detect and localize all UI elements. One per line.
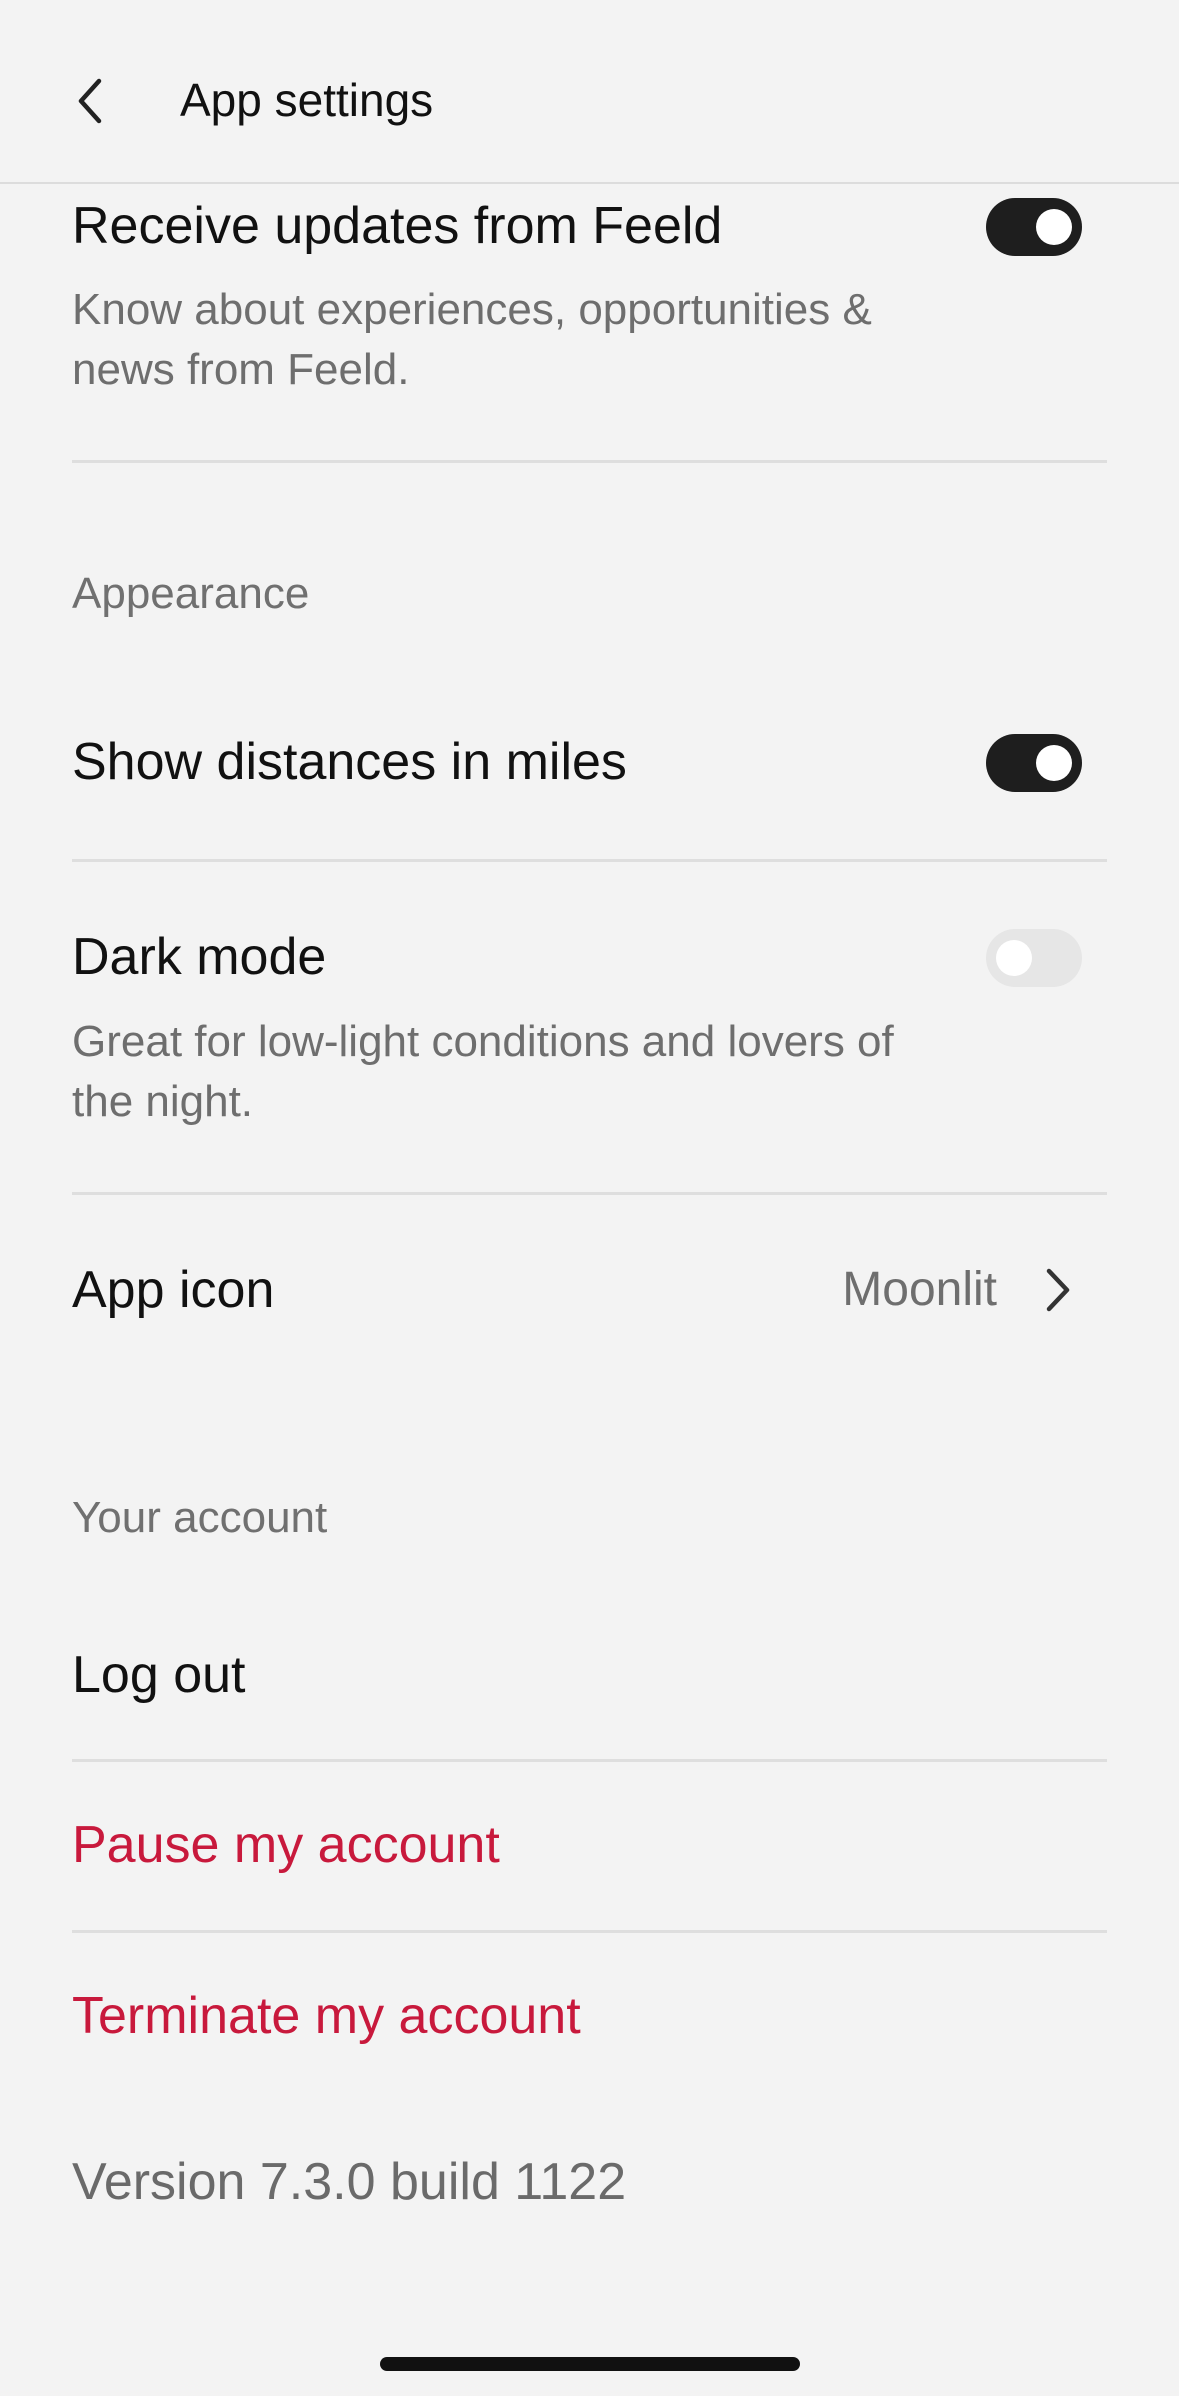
page-title: App settings: [180, 74, 434, 126]
back-button[interactable]: [60, 66, 120, 136]
updates-toggle[interactable]: [986, 198, 1082, 256]
dark-mode-description: Great for low-light conditions and lover…: [72, 1017, 894, 1126]
divider: [72, 460, 1107, 463]
terminate-account-button[interactable]: Terminate my account: [72, 1984, 581, 2048]
dark-mode-title: Dark mode: [72, 928, 327, 986]
app-header: App settings: [0, 0, 1179, 184]
version-label: Version 7.3.0 build 1122: [72, 2153, 627, 2211]
updates-title: Receive updates from Feeld: [72, 197, 723, 255]
pause-account-button[interactable]: Pause my account: [72, 1813, 500, 1877]
section-label-account: Your account: [72, 1493, 328, 1542]
home-indicator[interactable]: [380, 2357, 800, 2371]
divider: [72, 1930, 1107, 1933]
chevron-left-icon: [78, 78, 102, 124]
app-icon-row[interactable]: App icon: [72, 1258, 274, 1322]
divider: [72, 859, 1107, 862]
divider: [72, 1192, 1107, 1195]
logout-button[interactable]: Log out: [72, 1643, 246, 1707]
chevron-right-icon[interactable]: [1040, 1258, 1076, 1322]
miles-toggle[interactable]: [986, 734, 1082, 792]
miles-title: Show distances in miles: [72, 733, 627, 791]
toggle-knob: [996, 940, 1032, 976]
section-label-appearance: Appearance: [72, 569, 310, 618]
divider: [72, 1759, 1107, 1762]
app-icon-value: Moonlit: [842, 1263, 997, 1316]
toggle-knob: [1036, 209, 1072, 245]
toggle-knob: [1036, 745, 1072, 781]
dark-mode-toggle[interactable]: [986, 929, 1082, 987]
updates-description: Know about experiences, opportunities & …: [72, 285, 872, 394]
